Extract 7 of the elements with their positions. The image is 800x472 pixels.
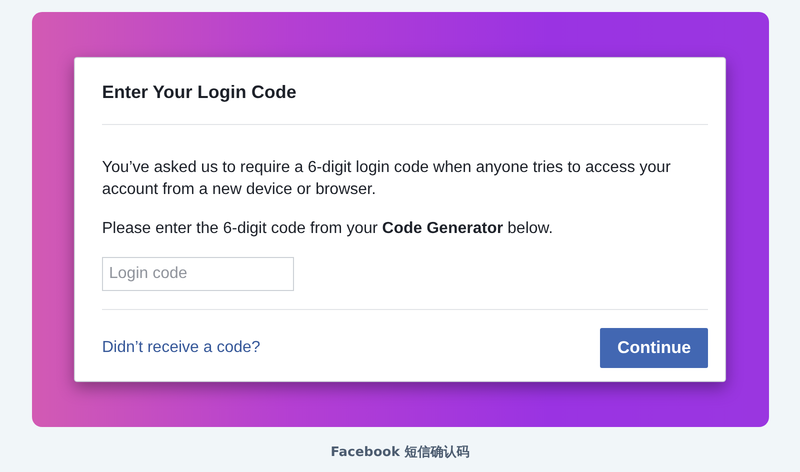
instruction-text: You’ve asked us to require a 6-digit login code when anyone tries to access your account from a new device or browser. xyxy=(102,158,672,200)
resend-code-link[interactable]: Didn’t receive a code? xyxy=(102,339,260,357)
dialog-title: Enter Your Login Code xyxy=(102,80,298,104)
login-code-field[interactable]: Login code xyxy=(102,257,294,291)
instruction-text: Please enter the 6-digit code from your Code Generator below. xyxy=(102,219,554,239)
image-caption: Facebook 短信确认码 xyxy=(330,444,470,461)
continue-button[interactable]: Continue xyxy=(600,328,708,368)
